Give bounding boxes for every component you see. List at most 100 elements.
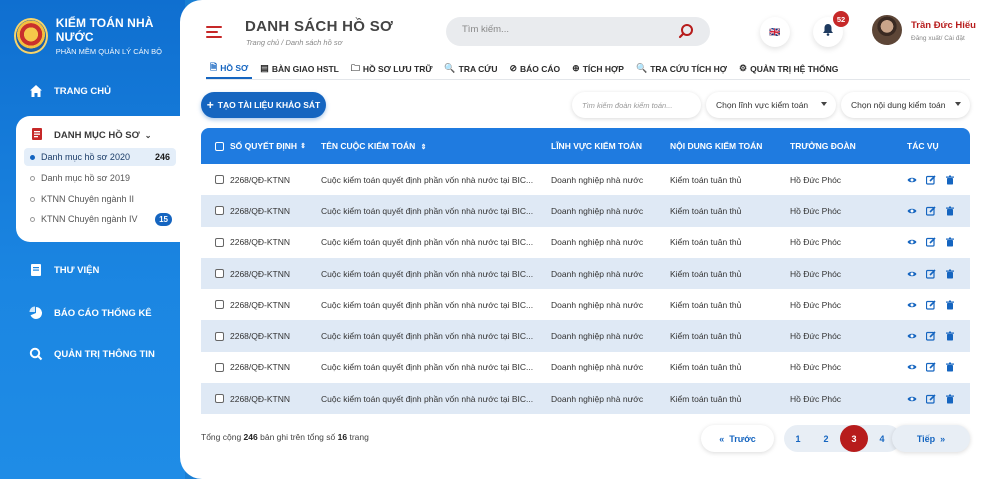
sort-icon[interactable]: ⇕: [421, 144, 427, 151]
search-input[interactable]: [462, 24, 662, 35]
submenu-item[interactable]: Danh mục hồ sơ 2020 246: [24, 148, 176, 166]
page-number-current[interactable]: 3: [840, 425, 868, 452]
row-checkbox[interactable]: [215, 300, 224, 310]
edit-icon[interactable]: [926, 175, 936, 185]
edit-icon[interactable]: [926, 268, 936, 279]
tab-luu-tru[interactable]: 🗀 HỒ SƠ LƯU TRỮ: [347, 58, 437, 79]
edit-icon[interactable]: [926, 206, 936, 216]
top-menu: 🗎 HỒ SƠ ▤ BÀN GIAO HSTL 🗀 HỒ SƠ LƯU TRỮ 🔍 TR…: [206, 58, 970, 80]
breadcrumb: Trang chủ / Danh sách hồ sơ: [246, 38, 343, 47]
view-icon[interactable]: [907, 362, 917, 372]
submenu-item[interactable]: KTNN Chuyên ngành II: [24, 190, 176, 208]
cell-team-lead: Hồ Đức Phóc: [790, 205, 842, 216]
select-all-checkbox[interactable]: [215, 141, 224, 151]
tab-quan-tri[interactable]: ⚙ QUẢN TRỊ HỆ THỐNG: [735, 58, 842, 79]
next-page-button[interactable]: Tiếp »: [892, 425, 970, 452]
edit-icon[interactable]: [926, 394, 936, 404]
edit-icon[interactable]: [926, 237, 936, 247]
submenu-item-count: 246: [154, 152, 170, 162]
row-checkbox[interactable]: [215, 331, 224, 341]
tab-ban-giao[interactable]: ▤ BÀN GIAO HSTL: [256, 58, 343, 79]
delete-icon[interactable]: [945, 237, 955, 247]
delete-icon[interactable]: [945, 175, 955, 185]
table-header: SỐ QUYẾT ĐỊNH ⇕ TÊN CUỘC KIỂM TOÁN ⇕ LĨN…: [201, 128, 970, 164]
table-row[interactable]: 2268/QĐ-KTNN Cuộc kiểm toán quyết định ph…: [201, 257, 970, 290]
view-icon[interactable]: [907, 269, 917, 279]
table-row[interactable]: 2268/QĐ-KTNN Cuộc kiểm toán quyết định ph…: [201, 164, 970, 195]
avatar[interactable]: [872, 15, 902, 45]
cell-audit-name: Cuộc kiểm toán quyết định phần vốn nhà n…: [321, 237, 534, 248]
cell-team-lead: Hồ Đức Phóc: [790, 299, 842, 310]
view-icon[interactable]: [907, 206, 917, 216]
column-header[interactable]: SỐ QUYẾT ĐỊNH: [230, 141, 297, 151]
records-table: SỐ QUYẾT ĐỊNH ⇕ TÊN CUỘC KIỂM TOÁN ⇕ LĨN…: [201, 128, 970, 415]
view-icon[interactable]: [907, 394, 917, 404]
prev-page-button[interactable]: « Trước: [701, 425, 774, 452]
tab-tra-cuu[interactable]: 🔍 TRA CỨU: [440, 58, 501, 79]
table-row[interactable]: 2268/QĐ-KTNN Cuộc kiểm toán quyết định ph…: [201, 383, 970, 415]
sort-icon[interactable]: ⇕: [300, 142, 306, 150]
user-links[interactable]: Đăng xuất/ Cài đặt: [911, 35, 965, 42]
tab-tra-cuu-tich-hop[interactable]: 🔍 TRA CỨU TÍCH HỢ: [632, 58, 731, 79]
field-select[interactable]: Chọn lĩnh vực kiểm toán: [706, 92, 836, 118]
delete-icon[interactable]: [945, 394, 955, 404]
team-search-input[interactable]: [582, 100, 692, 110]
row-checkbox[interactable]: [215, 394, 224, 404]
edit-icon[interactable]: [926, 331, 936, 341]
row-checkbox[interactable]: [215, 362, 224, 372]
brand-title: KIỂM TOÁN NHÀ NƯỚC: [55, 16, 154, 44]
chevron-down-icon: ⌄: [144, 130, 152, 140]
create-survey-button[interactable]: + TẠO TÀI LIỆU KHẢO SÁT: [201, 92, 326, 118]
table-row[interactable]: 2268/QĐ-KTNN Cuộc kiểm toán quyết định ph…: [201, 352, 970, 383]
team-search-filter: [572, 92, 701, 118]
delete-icon[interactable]: [945, 269, 955, 279]
tab-label: TÍCH HỢP: [582, 63, 624, 74]
sidebar-item-catalog[interactable]: DANH MỤC HỒ SƠ ⌄: [30, 127, 151, 143]
dot-icon: [30, 216, 35, 222]
view-icon[interactable]: [907, 175, 917, 185]
language-button[interactable]: 🇬🇧: [760, 17, 790, 47]
tab-label: QUẢN TRỊ HỆ THỐNG: [750, 63, 839, 74]
tab-ho-so[interactable]: 🗎 HỒ SƠ: [206, 58, 253, 79]
column-header[interactable]: TÊN CUỘC KIỂM TOÁN: [321, 141, 415, 151]
table-row[interactable]: 2268/QĐ-KTNN Cuộc kiểm toán quyết định ph…: [201, 195, 970, 227]
delete-icon[interactable]: [945, 300, 955, 310]
view-icon[interactable]: [907, 237, 917, 247]
menu-toggle-icon[interactable]: [206, 26, 222, 41]
main-panel: DANH SÁCH HỒ SƠ Trang chủ / Danh sách hồ…: [180, 0, 1000, 479]
total-summary: Tổng cộng 246 bản ghi trên tổng số 16 tr…: [201, 432, 369, 442]
page-number[interactable]: 1: [784, 425, 812, 452]
row-checkbox[interactable]: [215, 237, 224, 247]
submenu-item[interactable]: Danh mục hồ sơ 2019: [24, 169, 176, 187]
sidebar-item-home[interactable]: TRANG CHỦ: [28, 83, 111, 99]
table-row[interactable]: 2268/QĐ-KTNN Cuộc kiểm toán quyết định ph…: [201, 227, 970, 258]
search-icon[interactable]: [678, 23, 694, 39]
content-select[interactable]: Chọn nội dung kiểm toán: [841, 92, 970, 118]
cell-decision-number: 2268/QĐ-KTNN: [230, 237, 290, 248]
submenu-item[interactable]: KTNN Chuyên ngành IV 15: [24, 210, 176, 228]
delete-icon[interactable]: [945, 331, 955, 341]
notification-button[interactable]: 52: [813, 11, 849, 47]
cell-audit-field: Doanh nghiệp nhà nước: [551, 237, 644, 248]
row-checkbox[interactable]: [215, 269, 224, 279]
sidebar-item-library[interactable]: THƯ VIỆN: [28, 262, 99, 278]
delete-icon[interactable]: [945, 362, 955, 372]
table-row[interactable]: 2268/QĐ-KTNN Cuộc kiểm toán quyết định ph…: [201, 289, 970, 320]
row-checkbox[interactable]: [215, 175, 224, 185]
page-number[interactable]: 2: [812, 425, 840, 452]
report-icon: ⊘: [509, 63, 518, 73]
sidebar-item-label: BÁO CÁO THỐNG KÊ: [54, 307, 152, 319]
edit-icon[interactable]: [926, 300, 936, 310]
view-icon[interactable]: [907, 331, 917, 341]
view-icon[interactable]: [907, 300, 917, 310]
tab-bao-cao[interactable]: ⊘ BÁO CÁO: [505, 58, 564, 79]
table-row[interactable]: 2268/QĐ-KTNN Cuộc kiểm toán quyết định ph…: [201, 320, 970, 352]
sidebar-item-reports[interactable]: BÁO CÁO THỐNG KÊ: [28, 305, 152, 321]
brand[interactable]: KIỂM TOÁN NHÀ NƯỚC PHẦN MỀM QUẢN LÝ CÁN …: [14, 16, 185, 56]
row-checkbox[interactable]: [215, 206, 224, 216]
edit-icon[interactable]: [926, 362, 936, 373]
dot-icon: [30, 196, 35, 202]
tab-tich-hop[interactable]: ⊕ TÍCH HỢP: [568, 58, 628, 79]
sidebar-item-admin[interactable]: QUẢN TRỊ THÔNG TIN: [28, 346, 155, 362]
delete-icon[interactable]: [945, 206, 955, 216]
